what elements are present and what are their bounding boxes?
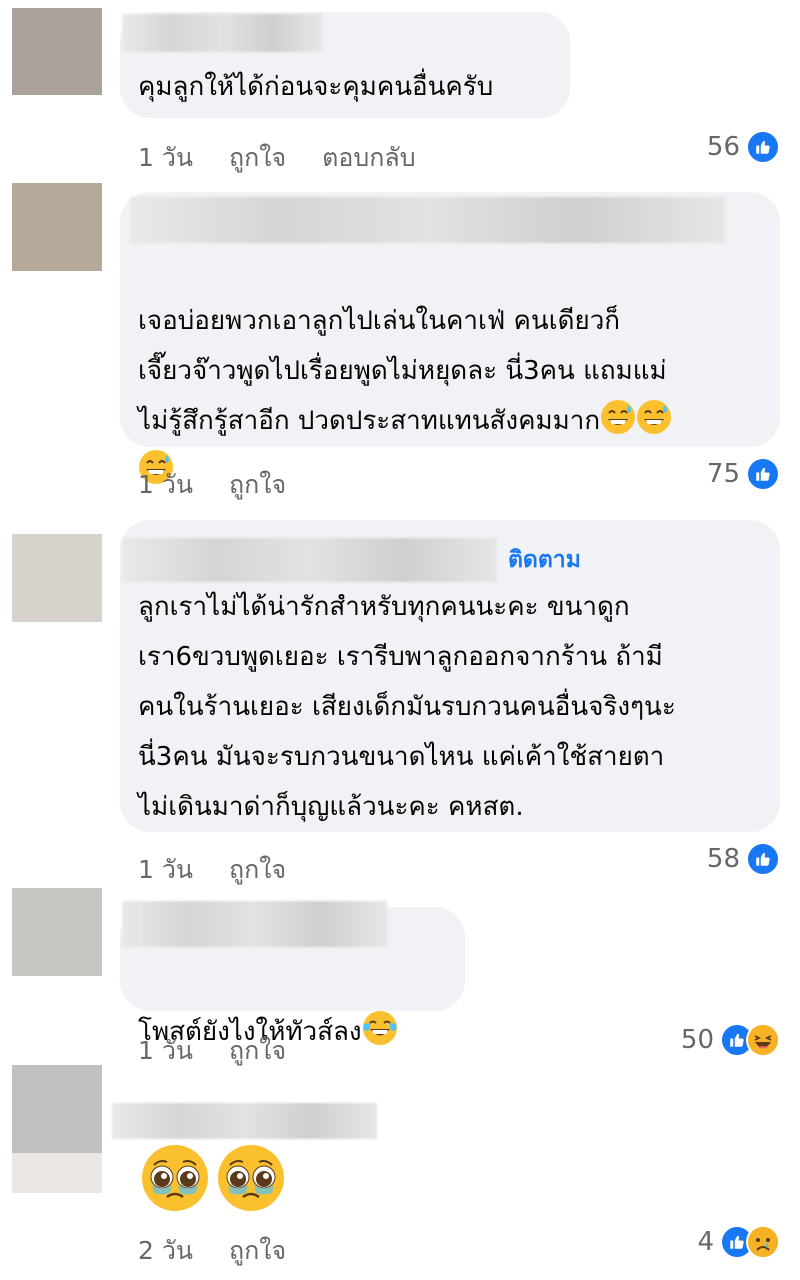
comment-1: คุมลูกให้ได้ก่อนจะคุมคนอื่นครับ 1 วัน ถูก… <box>0 0 800 180</box>
like-action[interactable]: ถูกใจ <box>229 470 286 499</box>
pleading-face-emoji-icon <box>216 1143 286 1213</box>
avatar[interactable] <box>12 888 102 976</box>
comment-actions: 1 วัน ถูกใจ ตอบกลับ <box>138 138 452 178</box>
reaction-summary[interactable]: 4 <box>697 1225 780 1259</box>
author-name-blurred[interactable] <box>112 1103 377 1139</box>
avatar[interactable] <box>12 1065 102 1153</box>
comment-actions: 2 วัน ถูกใจ <box>138 1231 322 1271</box>
thumbs-up-icon <box>746 842 780 876</box>
like-action[interactable]: ถูกใจ <box>229 855 286 884</box>
pleading-face-emoji-icon <box>140 1143 210 1213</box>
reaction-count: 56 <box>706 132 740 162</box>
comment-text: คุมลูกให้ได้ก่อนจะคุมคนอื่นครับ <box>138 72 494 102</box>
reaction-count: 75 <box>706 459 740 489</box>
reaction-count: 4 <box>697 1227 714 1257</box>
reaction-summary[interactable]: 75 <box>707 457 780 491</box>
timestamp[interactable]: 1 วัน <box>138 470 193 499</box>
thumbs-up-icon <box>746 457 780 491</box>
author-name-blurred[interactable] <box>122 901 387 947</box>
timestamp[interactable]: 1 วัน <box>138 143 193 172</box>
grinning-sweat-emoji-icon <box>600 399 636 435</box>
reaction-count: 58 <box>706 844 740 874</box>
like-action[interactable]: ถูกใจ <box>229 1036 286 1065</box>
follow-link[interactable]: ติดตาม <box>508 542 581 578</box>
grinning-sweat-emoji-icon <box>636 399 672 435</box>
comment-text: เจอบ่อยพวกเอาลูกไปเล่นในคาเฟ่ คนเดียวก็ … <box>138 246 672 496</box>
avatar[interactable] <box>12 8 102 95</box>
like-action[interactable]: ถูกใจ <box>229 1236 286 1265</box>
emoji-only-comment <box>140 1143 292 1217</box>
author-name-blurred[interactable] <box>130 197 725 243</box>
comment-text-body: เจอบ่อยพวกเอาลูกไปเล่นในคาเฟ่ คนเดียวก็ … <box>138 306 667 436</box>
laughing-emoji-icon <box>746 1023 780 1057</box>
comment-actions: 1 วัน ถูกใจ <box>138 850 322 890</box>
reaction-count: 50 <box>680 1025 714 1055</box>
reaction-summary[interactable]: 50 <box>681 1023 780 1057</box>
author-name-blurred[interactable] <box>122 538 497 582</box>
author-name-blurred[interactable] <box>122 14 322 52</box>
reply-action[interactable]: ตอบกลับ <box>322 143 415 172</box>
comment-4: โพสต์ยังไงให้ทัวส์ลง 1 วัน ถูกใจ 50 <box>0 885 800 1065</box>
avatar-lower-segment <box>12 1153 102 1193</box>
comment-3: ติดตาม ลูกเราไม่ได้น่ารักสำหรับทุกคนนะคะ… <box>0 520 800 885</box>
sad-emoji-icon <box>746 1225 780 1259</box>
timestamp[interactable]: 1 วัน <box>138 1036 193 1065</box>
timestamp[interactable]: 1 วัน <box>138 855 193 884</box>
thumbs-up-icon <box>746 130 780 164</box>
reaction-summary[interactable]: 56 <box>707 130 780 164</box>
timestamp[interactable]: 2 วัน <box>138 1236 193 1265</box>
tears-of-joy-emoji-icon <box>362 1010 398 1046</box>
avatar[interactable] <box>12 183 102 271</box>
comment-actions: 1 วัน ถูกใจ <box>138 465 322 505</box>
avatar[interactable] <box>12 534 102 622</box>
comment-2: เจอบ่อยพวกเอาลูกไปเล่นในคาเฟ่ คนเดียวก็ … <box>0 180 800 520</box>
comment-5: 2 วัน ถูกใจ 4 <box>0 1065 800 1280</box>
like-action[interactable]: ถูกใจ <box>229 143 286 172</box>
comment-text: ลูกเราไม่ได้น่ารักสำหรับทุกคนนะคะ ขนาดูก… <box>138 592 676 822</box>
reaction-summary[interactable]: 58 <box>707 842 780 876</box>
